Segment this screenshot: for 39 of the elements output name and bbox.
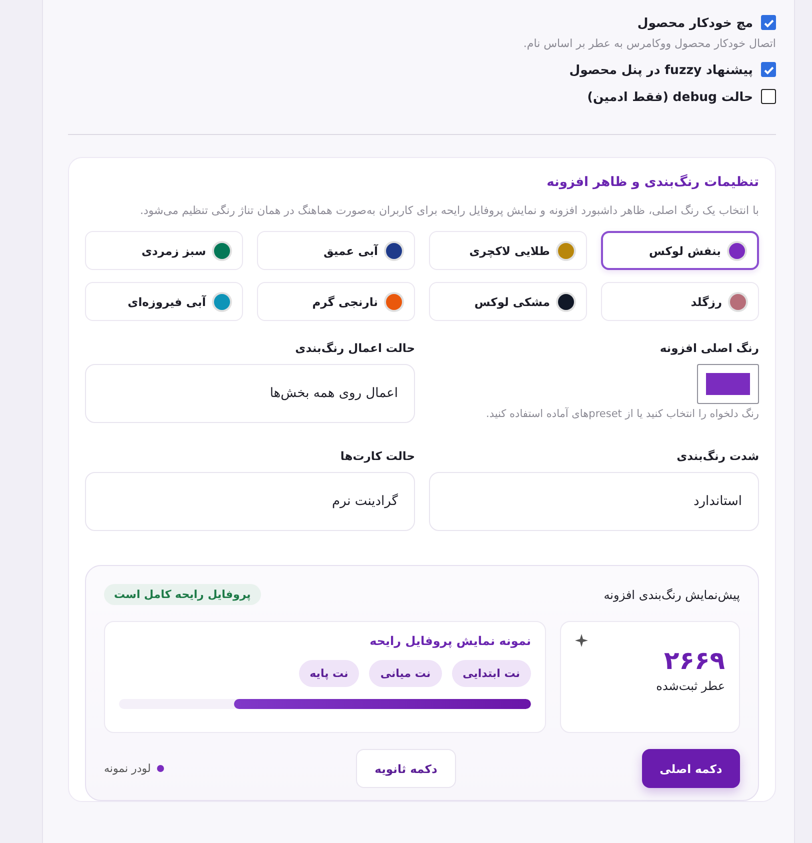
note-chip: نت ابتدایی [452,660,531,687]
section-description: با انتخاب یک رنگ اصلی، ظاهر داشبورد افزونه و نمایش پروفایل رایحه برای کاربران به‌صورت هماهنگ در همان تناژ رنگی تنظیم می‌شود. [139,204,759,217]
sparkle-icon [575,634,588,647]
loader-dot [156,765,164,772]
checkbox-label: پیشنهاد fuzzy در پنل محصول [569,62,753,77]
loader-label: لودر نمونه [104,762,151,775]
stat-value: ۲۶۶۹ [664,647,725,674]
color-preset[interactable]: رزگلد [601,282,759,321]
checkbox[interactable] [761,62,776,77]
section-title: تنظیمات رنگ‌بندی و ظاهر افزونه [546,175,759,190]
select-field[interactable]: گرادینت نرم [85,472,415,531]
color-preset[interactable]: سبز زمردی [85,231,243,270]
select-field[interactable]: استاندارد [429,472,759,531]
preview-title: پیش‌نمایش رنگ‌بندی افزونه [604,588,740,602]
note-chip: نت پایه [298,660,360,687]
stat-label: عطر ثبت‌شده [656,678,725,692]
status-badge: پروفایل رایحه کامل است [104,584,261,605]
checkbox-label: مچ خودکار محصول [637,15,753,30]
option-description: اتصال خودکار محصول ووکامرس به عطر بر اساس نام. [522,37,776,50]
color-preset[interactable]: آبی عمیق [257,231,415,270]
field-label: حالت کارت‌ها [339,449,415,463]
color-preset[interactable]: بنفش لوکس [601,231,759,270]
color-preset[interactable]: طلایی لاکچری [429,231,587,270]
color-picker[interactable] [697,364,759,404]
primary-button[interactable]: دکمه اصلی [642,749,740,788]
checkbox[interactable] [761,89,776,104]
field-hint: رنگ دلخواه را انتخاب کنید یا از presetهای آماده استفاده کنید. [485,408,759,420]
field-label: رنگ اصلی افزونه [658,341,759,355]
color-preset[interactable]: آبی فیروزه‌ای [85,282,243,321]
note-chip: نت میانی [369,660,442,687]
color-preset[interactable]: مشکی لوکس [429,282,587,321]
color-preset[interactable]: نارنجی گرم [257,282,415,321]
checkbox[interactable] [761,15,776,30]
select-field[interactable]: اعمال روی همه بخش‌ها [85,364,415,423]
profile-title: نمونه نمایش پروفایل رایحه [368,634,531,648]
field-label: حالت اعمال رنگ‌بندی [294,341,415,355]
secondary-button[interactable]: دکمه ثانویه [356,749,456,788]
checkbox-label: حالت debug (فقط ادمین) [587,89,753,104]
field-label: شدت رنگ‌بندی [676,449,759,463]
